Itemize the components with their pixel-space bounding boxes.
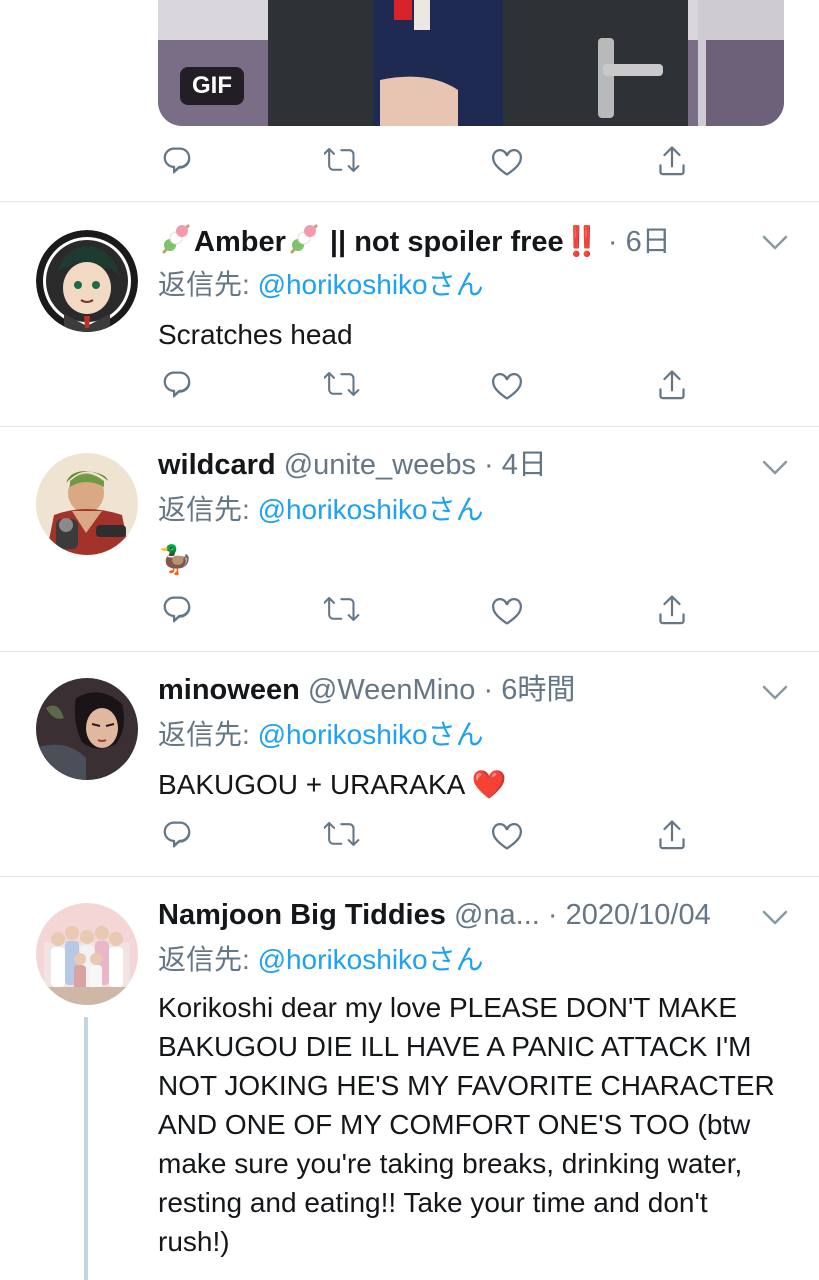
gif-badge: GIF — [180, 67, 244, 105]
tweet[interactable]: wildcard @unite_weebs · 4日 返信先: @horikos… — [0, 427, 819, 652]
action-bar — [0, 367, 819, 407]
reply-context: 返信先: @horikoshikoさん — [158, 942, 484, 978]
tweet-header: wildcard @unite_weebs · 4日 — [158, 447, 729, 483]
tweet-header: minoween @WeenMino · 6時間 — [158, 672, 729, 708]
reply-prefix: 返信先: — [158, 494, 258, 525]
timestamp[interactable]: 2020/10/04 — [566, 899, 711, 931]
like-icon[interactable] — [489, 143, 525, 179]
like-icon[interactable] — [489, 367, 525, 403]
retweet-icon[interactable] — [324, 143, 360, 179]
display-name[interactable]: minoween — [158, 674, 300, 706]
action-bar — [0, 592, 819, 632]
timestamp[interactable]: 4日 — [502, 449, 547, 481]
avatar[interactable] — [36, 230, 138, 332]
tweet-header: Namjoon Big Tiddies @na... · 2020/10/04 — [158, 897, 729, 933]
chevron-down-icon[interactable] — [762, 460, 788, 476]
display-name[interactable]: Amber — [194, 226, 286, 258]
retweet-icon[interactable] — [324, 817, 360, 853]
reply-context: 返信先: @horikoshikoさん — [158, 492, 484, 528]
tweet-text: BAKUGOU + URARAKA ❤️ — [158, 769, 507, 800]
double-exclamation-icon: ‼️ — [563, 226, 600, 258]
display-name-rest[interactable]: || not spoiler free — [322, 226, 564, 258]
tweet-text: 🦆 — [158, 544, 193, 575]
separator: · — [475, 674, 502, 706]
tweet-partial-top: GIF — [0, 0, 819, 202]
tweet[interactable]: Amber || not spoiler free‼️ · 6日 返信先: @h… — [0, 202, 819, 427]
reply-context: 返信先: @horikoshikoさん — [158, 267, 484, 303]
reply-prefix: 返信先: — [158, 944, 258, 975]
reply-mention-link[interactable]: @horikoshikoさん — [258, 944, 484, 975]
user-handle[interactable]: @WeenMino — [308, 674, 476, 706]
dango-emoji-icon — [158, 222, 194, 256]
user-handle[interactable]: @unite_weebs — [284, 449, 476, 481]
gif-image — [158, 0, 784, 126]
tweet[interactable]: minoween @WeenMino · 6時間 返信先: @horikoshi… — [0, 652, 819, 877]
share-icon[interactable] — [654, 817, 690, 853]
separator: · — [599, 226, 626, 258]
share-icon[interactable] — [654, 143, 690, 179]
like-icon[interactable] — [489, 817, 525, 853]
avatar[interactable] — [36, 453, 138, 555]
share-icon[interactable] — [654, 592, 690, 628]
action-bar — [0, 817, 819, 857]
dango-emoji-icon — [286, 222, 322, 256]
chevron-down-icon[interactable] — [762, 685, 788, 701]
display-name[interactable]: Namjoon Big Tiddies — [158, 899, 446, 931]
tweet[interactable]: Namjoon Big Tiddies @na... · 2020/10/04 … — [0, 877, 819, 1280]
thread-line — [84, 1017, 88, 1280]
reply-mention-link[interactable]: @horikoshikoさん — [258, 494, 484, 525]
reply-mention-link[interactable]: @horikoshikoさん — [258, 269, 484, 300]
separator: · — [476, 449, 502, 481]
gif-media[interactable]: GIF — [158, 0, 784, 126]
avatar[interactable] — [36, 678, 138, 780]
separator: · — [539, 899, 566, 931]
display-name[interactable]: wildcard — [158, 449, 276, 481]
tweet-header: Amber || not spoiler free‼️ · 6日 — [158, 222, 729, 260]
reply-icon[interactable] — [159, 143, 195, 179]
reply-prefix: 返信先: — [158, 269, 258, 300]
reply-icon[interactable] — [159, 592, 195, 628]
reply-icon[interactable] — [159, 367, 195, 403]
tweet-text: Korikoshi dear my love PLEASE DON'T MAKE… — [158, 992, 775, 1257]
timestamp[interactable]: 6時間 — [501, 674, 575, 706]
retweet-icon[interactable] — [324, 367, 360, 403]
reply-context: 返信先: @horikoshikoさん — [158, 717, 484, 753]
chevron-down-icon[interactable] — [762, 910, 788, 926]
reply-prefix: 返信先: — [158, 719, 258, 750]
timestamp[interactable]: 6日 — [626, 226, 671, 258]
chevron-down-icon[interactable] — [762, 235, 788, 251]
avatar[interactable] — [36, 903, 138, 1005]
retweet-icon[interactable] — [324, 592, 360, 628]
action-bar — [0, 143, 819, 183]
like-icon[interactable] — [489, 592, 525, 628]
reply-mention-link[interactable]: @horikoshikoさん — [258, 719, 484, 750]
reply-icon[interactable] — [159, 817, 195, 853]
user-handle[interactable]: @na... — [454, 899, 540, 931]
tweet-text: Scratches head — [158, 319, 353, 350]
share-icon[interactable] — [654, 367, 690, 403]
